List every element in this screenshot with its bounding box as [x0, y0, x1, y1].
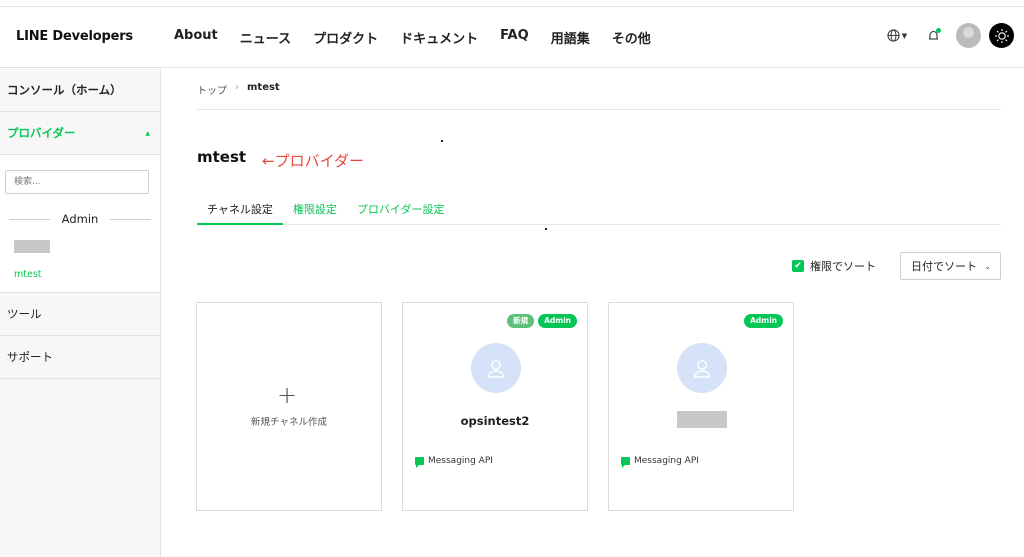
new-badge: 新規	[507, 314, 535, 328]
sidebar-item-console-home[interactable]: コンソール（ホーム）	[0, 69, 160, 112]
user-icon	[487, 360, 505, 378]
channel-badges: 新規 Admin	[507, 314, 577, 328]
new-channel-label: 新規チャネル作成	[251, 417, 327, 428]
sidebar-item-providers[interactable]: プロバイダー ▲	[0, 112, 160, 155]
message-icon	[621, 457, 630, 468]
divider	[9, 218, 50, 220]
notification-button[interactable]	[918, 24, 948, 48]
checkmark-icon: ✔	[792, 260, 804, 272]
channel-type: Messaging API	[621, 456, 699, 468]
tab-provider-settings[interactable]: プロバイダー設定	[347, 198, 455, 225]
nav-products[interactable]: プロダクト	[313, 28, 378, 47]
nav-glossary[interactable]: 用語集	[551, 28, 590, 47]
channel-card[interactable]: Admin Messaging API	[608, 302, 794, 511]
message-icon	[415, 457, 424, 468]
channel-avatar	[471, 343, 521, 393]
main-nav: About ニュース プロダクト ドキュメント FAQ 用語集 その他	[174, 28, 673, 47]
channel-name: opsintest2	[460, 414, 530, 428]
user-icon	[693, 360, 711, 378]
admin-badge: Admin	[744, 314, 783, 328]
tab-permission-settings[interactable]: 権限設定	[283, 198, 347, 225]
nav-faq[interactable]: FAQ	[500, 28, 529, 47]
nav-more[interactable]: その他	[612, 28, 651, 47]
provider-item-active[interactable]: mtest	[14, 269, 155, 280]
channel-type-label: Messaging API	[428, 456, 493, 466]
breadcrumb-top[interactable]: トップ	[197, 82, 227, 97]
provider-item-redacted[interactable]	[14, 240, 50, 253]
user-avatar[interactable]	[956, 23, 981, 48]
chevron-right-icon: ›	[235, 82, 239, 93]
channel-card[interactable]: 新規 Admin opsintest2 Messaging API	[402, 302, 588, 511]
permission-sort-checkbox[interactable]: ✔ 権限でソート	[792, 258, 876, 274]
chevron-down-icon: ⌄	[984, 261, 991, 271]
notification-dot	[936, 27, 941, 33]
provider-annotation: ←プロバイダー	[262, 152, 364, 170]
channel-badges: Admin	[744, 314, 783, 328]
date-sort-label: 日付でソート	[911, 260, 977, 273]
provider-tabs: チャネル設定 権限設定 プロバイダー設定	[197, 198, 1001, 225]
channel-name-redacted	[677, 411, 727, 428]
plus-icon: +	[277, 381, 298, 409]
nav-docs[interactable]: ドキュメント	[400, 28, 478, 47]
header-actions: ▼	[882, 23, 1014, 48]
top-header: LINE Developers About ニュース プロダクト ドキュメント …	[0, 6, 1024, 68]
sidebar-item-tools[interactable]: ツール	[0, 293, 160, 336]
nav-news[interactable]: ニュース	[240, 28, 291, 47]
stray-dot	[545, 228, 547, 230]
page-title: mtest	[197, 148, 247, 166]
new-channel-card[interactable]: + 新規チャネル作成	[196, 302, 382, 511]
sun-icon	[994, 28, 1009, 43]
channel-type-label: Messaging API	[634, 456, 699, 466]
sidebar-item-support[interactable]: サポート	[0, 336, 160, 379]
globe-icon	[887, 29, 900, 42]
sidebar-providers-label: プロバイダー	[7, 126, 76, 140]
admin-section-label: Admin	[61, 212, 99, 226]
nav-about[interactable]: About	[174, 28, 218, 47]
site-logo[interactable]: LINE Developers	[16, 29, 133, 44]
chevron-down-icon: ▼	[901, 31, 908, 40]
permission-sort-label: 権限でソート	[810, 260, 876, 273]
breadcrumb-current: mtest	[247, 82, 280, 93]
tab-channel-settings[interactable]: チャネル設定	[197, 198, 283, 225]
admin-badge: Admin	[538, 314, 577, 328]
language-button[interactable]: ▼	[882, 24, 912, 48]
theme-toggle[interactable]	[989, 23, 1014, 48]
channel-type: Messaging API	[415, 456, 493, 468]
provider-search-input[interactable]	[5, 170, 149, 194]
breadcrumb: トップ › mtest	[197, 82, 1001, 110]
sidebar: コンソール（ホーム） プロバイダー ▲ Admin mtest ツール サポート	[0, 69, 161, 557]
divider	[110, 218, 151, 220]
stray-dot	[441, 140, 443, 142]
admin-section-header: Admin	[5, 212, 155, 226]
provider-list: Admin mtest	[0, 155, 160, 293]
date-sort-dropdown[interactable]: 日付でソート ⌄	[900, 252, 1001, 280]
channel-avatar	[677, 343, 727, 393]
chevron-up-icon: ▲	[145, 129, 150, 137]
